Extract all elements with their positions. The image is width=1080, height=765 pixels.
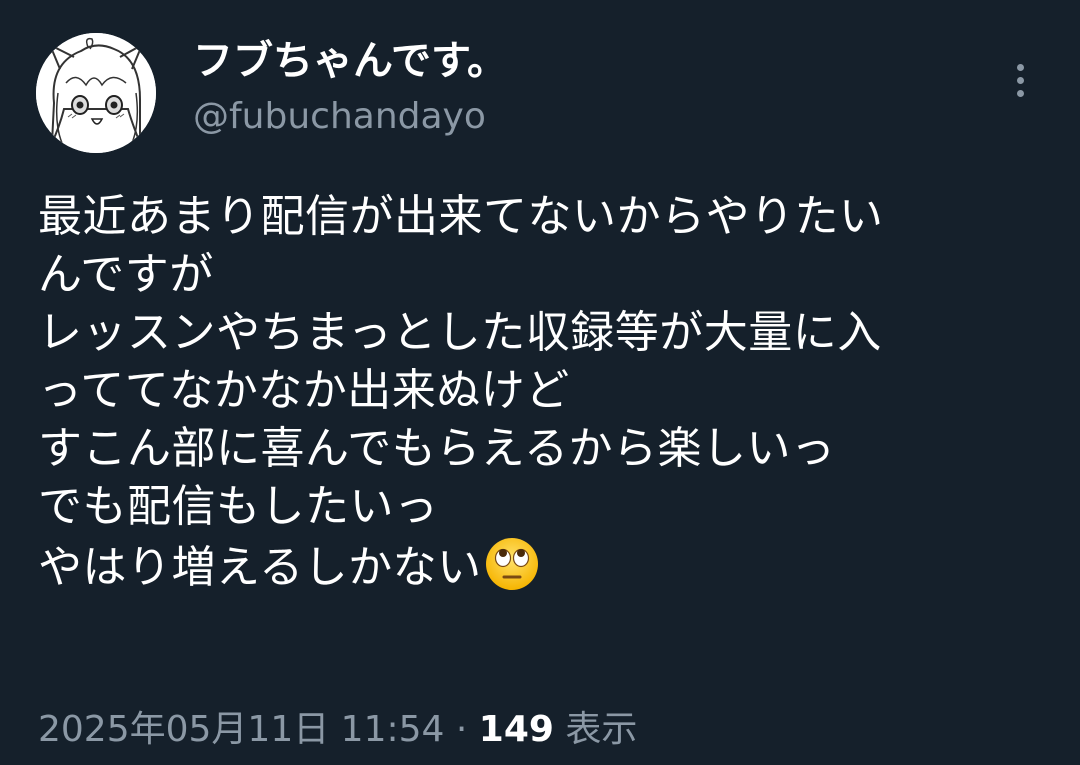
tweet-text-line: レッスンやちまっとした収録等が大量に入: [38, 307, 882, 358]
views-count: 149: [478, 709, 554, 750]
tweet-card: フブちゃんです。 @fubuchandayo 最近あまり配信が出来てないからやり…: [0, 0, 1080, 765]
tweet-timestamp[interactable]: 2025年05月11日 11:54: [38, 709, 444, 750]
more-vertical-icon-dot: [1016, 76, 1024, 84]
more-vertical-icon: [1016, 63, 1024, 71]
tweet-text-line: んですが: [38, 249, 214, 300]
tweet-text: 最近あまり配信が出来てないからやりたい んですが レッスンやちまっとした収録等が…: [38, 188, 1048, 607]
views-label: 表示: [565, 709, 638, 750]
more-options-button[interactable]: [1000, 56, 1040, 104]
meta-separator: ·: [455, 709, 468, 750]
tweet-text-line: すこん部に喜んでもらえるから楽しいっ: [38, 423, 836, 474]
tweet-text-line: 最近あまり配信が出来てないからやりたい: [38, 191, 884, 242]
tweet-meta: 2025年05月11日 11:54 · 149 表示: [38, 706, 637, 754]
tweet-text-line: っててなかなか出来ぬけど: [38, 365, 570, 416]
anime-avatar-icon: [36, 33, 156, 153]
tweet-text-line: やはり増えるしかない: [38, 542, 482, 593]
more-vertical-icon-dot: [1016, 89, 1024, 97]
author-avatar[interactable]: [36, 33, 156, 153]
author-handle[interactable]: @fubuchandayo: [193, 93, 486, 141]
tweet-text-last-line: やはり増えるしかない: [38, 536, 1048, 607]
tweet-text-line: でも配信もしたいっ: [38, 481, 439, 532]
face-with-rolling-eyes-emoji: [484, 536, 540, 607]
author-display-name[interactable]: フブちゃんです。: [193, 36, 507, 86]
